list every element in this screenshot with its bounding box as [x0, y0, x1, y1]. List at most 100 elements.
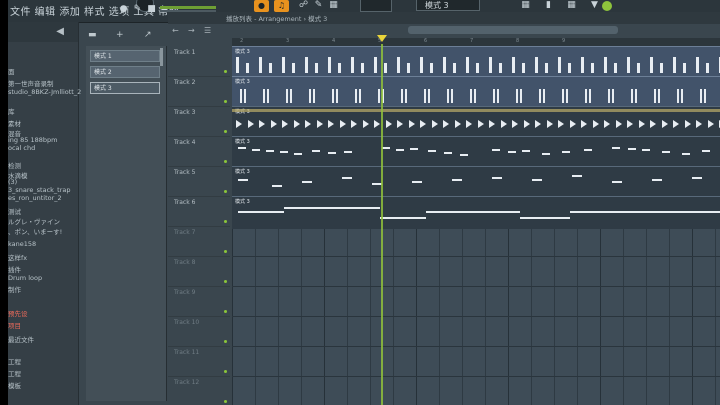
track-led[interactable]	[224, 190, 227, 193]
mixer-icon[interactable]: ▼	[589, 0, 600, 11]
playhead[interactable]	[381, 44, 383, 405]
track-header[interactable]: Track 11	[168, 346, 230, 377]
record-button[interactable]: ●	[254, 0, 269, 12]
picker-link-icon[interactable]: ↗	[144, 30, 152, 40]
fl-studio-window: 文件 编辑 添加 样式 选项 工具 帮助 ● ✎ ■ ▶ ● ♫ ☍ ✎ ▦ 模…	[8, 0, 720, 405]
back-arrow-icon[interactable]: ◀	[56, 26, 64, 37]
track-header[interactable]: Track 7	[168, 226, 230, 257]
browser-item[interactable]: studio_8BKZ-Jmlliott_2	[8, 88, 81, 96]
track-header[interactable]: Track 5	[168, 166, 230, 197]
pattern-item[interactable]: 模式 1	[90, 50, 160, 62]
timeline-ruler[interactable]: 2 3 4 5 6 7 8 9	[232, 38, 720, 46]
browser-item[interactable]: Drum loop	[8, 274, 42, 282]
track-led[interactable]	[224, 220, 227, 223]
note	[361, 63, 364, 73]
note	[410, 148, 418, 150]
note	[535, 57, 538, 73]
note	[424, 89, 426, 103]
track-led[interactable]	[224, 310, 227, 313]
metronome-button[interactable]: ♫	[274, 0, 289, 12]
snap-field[interactable]	[360, 0, 392, 12]
pattern-item[interactable]: 模式 2	[90, 66, 160, 78]
track-led[interactable]	[224, 280, 227, 283]
track-led[interactable]	[224, 70, 227, 73]
channel-rack-icon[interactable]: ▦	[566, 0, 577, 11]
playlist-hscrollbar[interactable]	[408, 26, 618, 34]
magnet-icon[interactable]: ●	[118, 4, 129, 15]
track-led[interactable]	[224, 340, 227, 343]
browser-item[interactable]: 3_snare_stack_trap	[8, 186, 71, 194]
browser-item[interactable]: 第一世声音录制	[8, 78, 54, 88]
browser-item[interactable]: ルグレ・ヴァイン	[8, 216, 60, 226]
browser-item[interactable]: 工程	[8, 368, 21, 378]
browser-item[interactable]: ing 85 188bpm	[8, 136, 57, 144]
pattern-clip[interactable]: 模式 3	[232, 46, 720, 77]
brush-icon[interactable]: ■	[146, 4, 157, 15]
note	[359, 89, 361, 103]
track-header[interactable]: Track 12	[168, 376, 230, 405]
browser-item[interactable]: 检测	[8, 160, 21, 170]
track-header[interactable]: Track 2	[168, 76, 230, 107]
browser-item[interactable]: 面	[8, 66, 15, 76]
browser-item[interactable]: kane158	[8, 240, 36, 248]
pattern-item-selected[interactable]: 模式 3	[90, 82, 160, 94]
piano-roll-icon[interactable]: ▮	[543, 0, 554, 11]
track-led[interactable]	[224, 100, 227, 103]
playlist-icon[interactable]: ▦	[520, 0, 531, 11]
track-led[interactable]	[224, 160, 227, 163]
browser-item[interactable]: 最近文件	[8, 334, 34, 344]
browser-item[interactable]: 项目	[8, 320, 21, 330]
browser-item[interactable]: 模板	[8, 380, 21, 390]
track-header[interactable]: Track 8	[168, 256, 230, 287]
tempo-slider[interactable]	[160, 6, 216, 9]
track-header[interactable]: Track 6	[168, 196, 230, 227]
link-icon[interactable]: ☍	[298, 0, 309, 11]
pattern-clip[interactable]: 模式 3	[232, 76, 720, 107]
playlist-pencil-icon[interactable]: ←	[172, 26, 179, 35]
grid-icon[interactable]: ▦	[328, 0, 339, 11]
track-header[interactable]: Track 9	[168, 286, 230, 317]
note	[342, 177, 352, 179]
browser-item[interactable]: (3)	[8, 178, 17, 186]
track-header[interactable]: Track 1	[168, 46, 230, 77]
browser-item[interactable]: 预先设	[8, 308, 28, 318]
pattern-picker: 模式 1 模式 2 模式 3	[86, 46, 167, 401]
browser-item[interactable]: 插件	[8, 264, 21, 274]
pattern-selector[interactable]: 模式 3	[416, 0, 480, 11]
playhead-marker[interactable]	[377, 35, 387, 42]
browser-item[interactable]: 测试	[8, 206, 21, 216]
browser-item[interactable]: 、ポン、いまーす!	[8, 226, 62, 236]
browser-item[interactable]: 制作	[8, 284, 21, 294]
browser-item[interactable]: ocal chd	[8, 144, 35, 152]
pattern-clip[interactable]: 模式 3	[232, 166, 720, 197]
note	[238, 147, 246, 149]
track-header[interactable]: Track 3	[168, 106, 230, 137]
pencil-icon[interactable]: ✎	[132, 4, 143, 15]
playlist-arrow-icon[interactable]: →	[188, 26, 195, 35]
track-led[interactable]	[224, 400, 227, 403]
hihat-note	[523, 120, 530, 128]
playlist-grid[interactable]: 模式 3 模式 3 模式 3 模式 3 模式 3 模式 3	[232, 46, 720, 405]
track-header[interactable]: Track 4	[168, 136, 230, 167]
browser-item[interactable]: 库	[8, 106, 15, 116]
track-led[interactable]	[224, 370, 227, 373]
track-header[interactable]: Track 10	[168, 316, 230, 347]
pattern-clip[interactable]: 模式 3	[232, 106, 720, 137]
track-name: Track 11	[174, 349, 200, 356]
browser-item[interactable]: 工程	[8, 356, 21, 366]
pattern-clip[interactable]: 模式 3	[232, 136, 720, 167]
note	[305, 57, 308, 73]
browser-item[interactable]: 素材	[8, 118, 21, 128]
track-led[interactable]	[224, 130, 227, 133]
picker-scrollbar[interactable]	[160, 48, 163, 66]
picker-menu-icon[interactable]: ▬	[88, 30, 97, 40]
edit-icon[interactable]: ✎	[313, 0, 324, 11]
browser-item[interactable]: 这样fx	[8, 252, 27, 262]
browser-item[interactable]: es_ron_untitor_2	[8, 194, 62, 202]
track-led[interactable]	[224, 250, 227, 253]
note	[497, 89, 499, 103]
picker-add-icon[interactable]: +	[116, 30, 124, 40]
pattern-clip[interactable]: 模式 3	[232, 196, 720, 229]
playlist-menu-icon[interactable]: ☰	[204, 26, 211, 35]
note	[499, 63, 502, 73]
